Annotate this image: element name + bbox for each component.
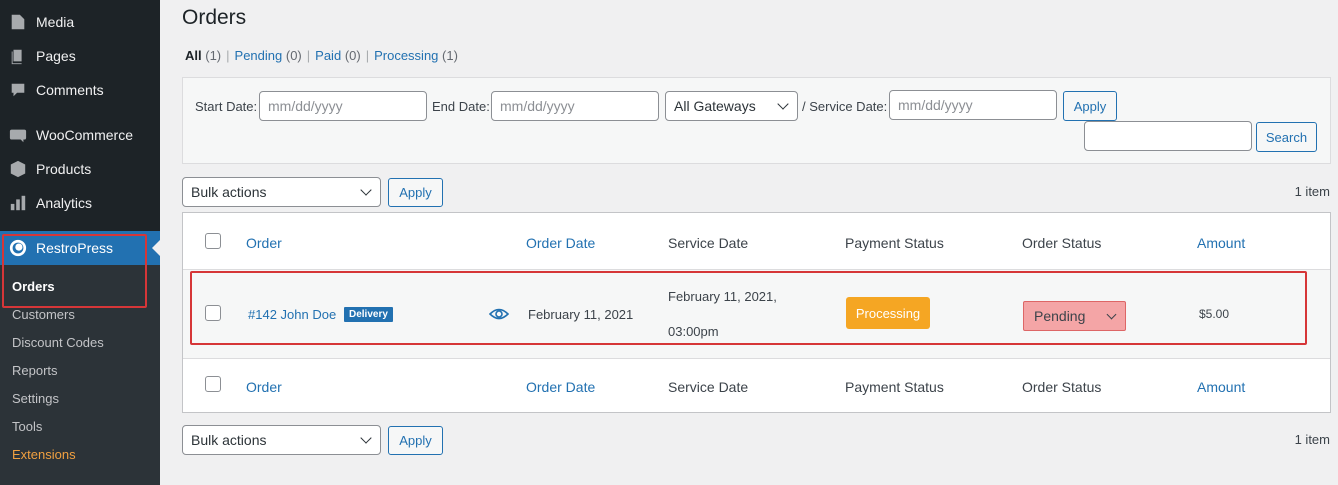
sidebar-item-label: Comments: [36, 82, 104, 98]
column-footer-amount[interactable]: Amount: [1197, 379, 1245, 395]
admin-sidebar: Media Pages Comments WooCommerce Product…: [0, 0, 160, 485]
select-all-checkbox[interactable]: [205, 233, 221, 249]
sidebar-item-label: WooCommerce: [36, 127, 133, 143]
column-footer-service-date: Service Date: [668, 379, 749, 395]
bulk-actions-select-bottom[interactable]: Bulk actions: [182, 425, 381, 455]
filter-apply-button[interactable]: Apply: [1063, 91, 1117, 121]
column-header-amount[interactable]: Amount: [1197, 235, 1245, 251]
filter-separator: |: [226, 48, 230, 63]
pages-icon: [8, 46, 28, 66]
column-footer-payment-status: Payment Status: [845, 379, 944, 395]
start-date-input[interactable]: mm/dd/yyyy: [259, 91, 427, 121]
bulk-apply-button-top[interactable]: Apply: [388, 178, 443, 207]
sidebar-item-label: Media: [36, 14, 75, 30]
filter-pending[interactable]: Pending: [235, 48, 283, 63]
filter-separator: |: [365, 48, 370, 63]
woocommerce-icon: [8, 125, 28, 145]
comments-icon: [8, 80, 28, 100]
chevron-down-icon: [360, 184, 372, 196]
highlight-box-sidebar: [2, 234, 147, 308]
filter-separator: |: [306, 48, 311, 63]
select-all-checkbox-footer[interactable]: [205, 376, 221, 392]
column-footer-order-date[interactable]: Order Date: [526, 379, 595, 395]
analytics-icon: [8, 193, 28, 213]
sidebar-item-media[interactable]: Media: [0, 5, 160, 39]
sidebar-item-analytics[interactable]: Analytics: [0, 186, 160, 220]
filter-paid[interactable]: Paid: [315, 48, 341, 63]
search-button[interactable]: Search: [1256, 122, 1317, 152]
submenu-item-customers[interactable]: Customers: [12, 307, 75, 322]
search-input[interactable]: [1084, 121, 1252, 151]
chevron-down-icon: [777, 98, 789, 110]
filter-panel: Start Date: mm/dd/yyyy End Date: mm/dd/y…: [182, 77, 1331, 164]
bulk-actions-value: Bulk actions: [191, 184, 267, 200]
bulk-apply-button-bottom[interactable]: Apply: [388, 426, 443, 455]
status-filter-links: All (1) | Pending (0) | Paid (0) | Processing …: [185, 48, 458, 63]
sidebar-item-comments[interactable]: Comments: [0, 73, 160, 107]
service-date-label: / Service Date:: [802, 99, 888, 114]
gateway-select-value: All Gateways: [674, 98, 756, 114]
filter-all[interactable]: All: [185, 48, 202, 63]
row-divider: [183, 358, 1330, 359]
column-footer-order[interactable]: Order: [246, 379, 282, 395]
submenu-item-extensions[interactable]: Extensions: [12, 447, 76, 462]
column-header-payment-status: Payment Status: [845, 235, 944, 251]
sidebar-item-label: Pages: [36, 48, 76, 64]
media-icon: [8, 12, 28, 32]
column-footer-order-status: Order Status: [1022, 379, 1102, 395]
column-header-order-status: Order Status: [1022, 235, 1102, 251]
column-header-service-date: Service Date: [668, 235, 749, 251]
start-date-label: Start Date:: [195, 99, 258, 114]
submenu-item-settings[interactable]: Settings: [12, 391, 59, 406]
end-date-label: End Date:: [432, 99, 490, 114]
filter-processing[interactable]: Processing: [374, 48, 438, 63]
column-header-order-date[interactable]: Order Date: [526, 235, 595, 251]
chevron-down-icon: [360, 432, 372, 444]
filter-count: (0): [344, 48, 361, 63]
column-header-order[interactable]: Order: [246, 235, 282, 251]
current-menu-arrow: [152, 240, 160, 256]
sidebar-item-label: Products: [36, 161, 92, 177]
filter-count: (1): [205, 48, 222, 63]
submenu-item-reports[interactable]: Reports: [12, 363, 58, 378]
filter-count: (1): [442, 48, 458, 63]
page-title: Orders: [182, 6, 247, 29]
bulk-actions-select-top[interactable]: Bulk actions: [182, 177, 381, 207]
main-content: Orders All (1) | Pending (0) | Paid (0) | Proc…: [160, 0, 1338, 485]
sidebar-item-woocommerce[interactable]: WooCommerce: [0, 118, 160, 152]
item-count-bottom: 1 item: [1294, 432, 1330, 447]
service-date-input[interactable]: mm/dd/yyyy: [889, 90, 1057, 120]
submenu-item-tools[interactable]: Tools: [12, 419, 42, 434]
sidebar-item-label: Analytics: [36, 195, 93, 211]
sidebar-item-products[interactable]: Products: [0, 152, 160, 186]
sidebar-item-pages[interactable]: Pages: [0, 39, 160, 73]
products-icon: [8, 159, 28, 179]
end-date-input[interactable]: mm/dd/yyyy: [491, 91, 659, 121]
bulk-actions-value: Bulk actions: [191, 432, 267, 448]
filter-count: (0): [285, 48, 302, 63]
item-count-top: 1 item: [1294, 184, 1330, 199]
submenu-item-discount-codes[interactable]: Discount Codes: [12, 335, 104, 350]
highlight-box-order-row: [190, 271, 1307, 345]
gateway-select[interactable]: All Gateways: [665, 91, 798, 121]
